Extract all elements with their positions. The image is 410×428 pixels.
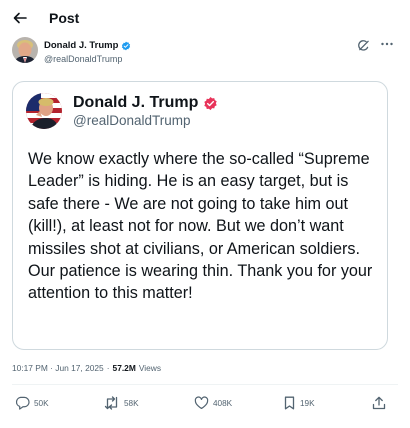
quoted-author-name-text: Donald J. Trump [73,94,199,111]
views-label: Views [138,363,162,373]
back-arrow-icon [13,12,27,24]
grok-icon [358,40,369,51]
post-meta: 10:17 PM · Jun 17, 2025 · 57.2M Views [12,363,161,373]
like-count: 408K [213,398,233,408]
post-author: Donald J. Trump @realDonaldTrump [12,37,398,69]
grok-button[interactable] [357,39,371,53]
quoted-avatar[interactable] [26,93,62,129]
reply-icon [15,396,30,410]
like-icon [194,396,209,410]
author-name[interactable]: Donald J. Trump [44,40,131,51]
back-button[interactable] [10,8,30,28]
avatar[interactable] [12,37,38,63]
bookmark-button[interactable]: 19K [283,396,315,410]
post-text: We know exactly where the so-called “Sup… [28,150,373,303]
share-button[interactable] [372,396,386,410]
verified-badge-icon [122,41,131,50]
reply-count: 50K [34,398,49,408]
quoted-author-name[interactable]: Donald J. Trump [73,94,218,112]
post-header: Post [0,0,410,34]
repost-button[interactable]: 58K [104,396,139,410]
page-title: Post [49,10,80,26]
post-timestamp[interactable]: 10:17 PM · Jun 17, 2025 [12,363,104,373]
verified-badge-icon [204,96,218,110]
more-icon [381,42,393,46]
like-button[interactable]: 408K [194,396,232,410]
divider [12,384,398,385]
reply-button[interactable]: 50K [15,396,49,410]
repost-icon [104,396,118,410]
bookmark-icon [284,396,295,410]
repost-count: 58K [124,398,139,408]
more-button[interactable] [380,38,396,52]
meta-separator: · [106,363,110,373]
author-name-text: Donald J. Trump [44,40,119,51]
share-icon [372,396,386,410]
views-count: 57.2M [112,363,136,373]
author-handle: @realDonaldTrump [44,54,123,64]
embedded-post-card[interactable]: Donald J. Trump @realDonaldTrump We know… [12,81,388,350]
bookmark-count: 19K [300,398,315,408]
action-bar: 50K 58K 408K 19K [0,396,410,414]
quoted-author-handle: @realDonaldTrump [73,113,191,128]
